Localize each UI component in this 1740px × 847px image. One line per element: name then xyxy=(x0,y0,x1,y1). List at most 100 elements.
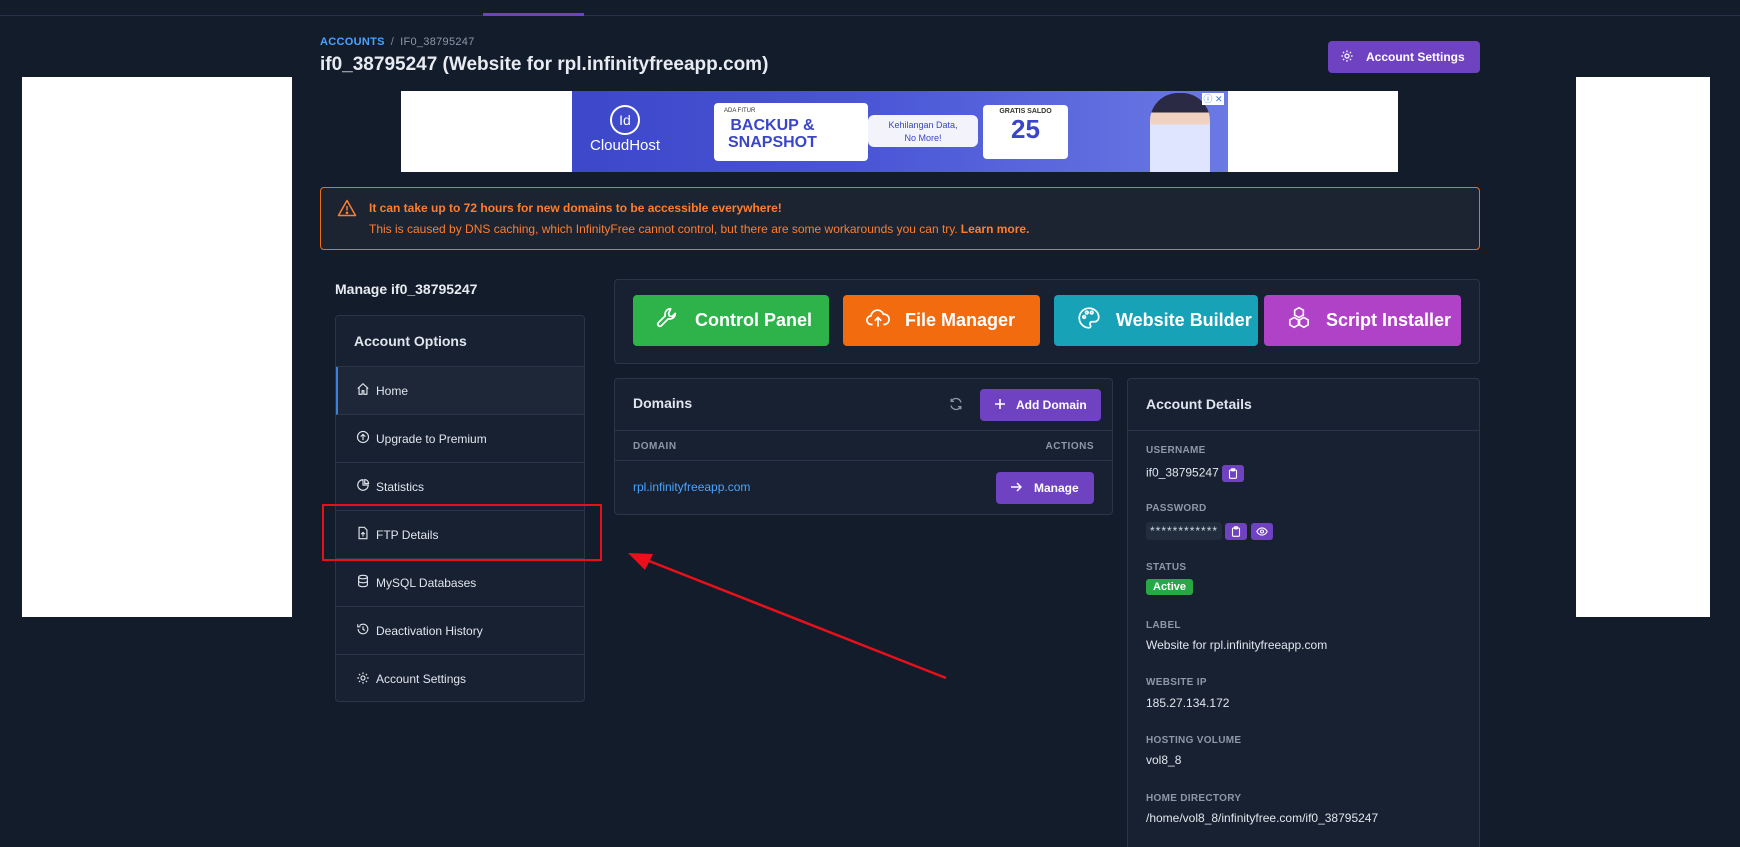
domains-card: Domains Add Domain DOMAIN ACTIONS rpl.in… xyxy=(614,378,1113,515)
sidebar-item-deactivation-history[interactable]: Deactivation History xyxy=(336,607,584,655)
ad-backup-card: ADA FITUR BACKUP & SNAPSHOT xyxy=(714,103,868,161)
breadcrumb-accounts-link[interactable]: ACCOUNTS xyxy=(320,36,385,48)
website-ip-label: WEBSITE IP xyxy=(1146,677,1207,688)
label-value: Website for rpl.infinityfreeapp.com xyxy=(1146,638,1328,652)
page-title: if0_38795247 (Website for rpl.infinityfr… xyxy=(320,54,769,75)
right-white-panel xyxy=(1576,77,1710,617)
refresh-icon[interactable] xyxy=(948,396,964,417)
ad-banner[interactable]: Id CloudHost ADA FITUR BACKUP & SNAPSHOT… xyxy=(401,91,1398,172)
sidebar-item-label: Account Settings xyxy=(376,672,467,686)
manage-title: Manage if0_38795247 xyxy=(335,281,478,297)
sidebar-item-label: Home xyxy=(376,383,409,398)
username-label: USERNAME xyxy=(1146,445,1206,456)
password-label: PASSWORD xyxy=(1146,503,1207,514)
add-domain-label: Add Domain xyxy=(1016,398,1087,412)
ad-backup-small: ADA FITUR xyxy=(724,108,756,114)
home-icon xyxy=(356,382,370,399)
ad-pill-line2: No More! xyxy=(904,133,942,143)
website-builder-button[interactable]: Website Builder xyxy=(1054,295,1258,346)
label-label: LABEL xyxy=(1146,620,1181,631)
annotation-highlight-box xyxy=(322,504,602,561)
account-details-title: Account Details xyxy=(1128,379,1479,431)
website-builder-label: Website Builder xyxy=(1116,310,1252,330)
file-manager-label: File Manager xyxy=(905,310,1016,330)
account-settings-label: Account Settings xyxy=(1366,50,1465,64)
top-navbar xyxy=(0,0,1740,16)
wrench-icon xyxy=(655,305,681,336)
arrow-right-icon xyxy=(1010,481,1023,496)
account-settings-button[interactable]: Account Settings xyxy=(1328,41,1480,73)
username-value: if0_38795247 xyxy=(1146,465,1219,480)
ad-saldo-amount: 25 xyxy=(1011,114,1040,144)
sidebar-item-label: Deactivation History xyxy=(376,623,483,638)
ad-backup-line1: BACKUP & xyxy=(730,117,815,134)
breadcrumb-separator: / xyxy=(390,36,395,48)
dns-warning-alert: It can take up to 72 hours for new domai… xyxy=(320,187,1480,250)
alert-body-text: This is caused by DNS caching, which Inf… xyxy=(369,222,958,236)
sidebar-item-account-settings[interactable]: Account Settings xyxy=(336,655,584,703)
quick-launch-card: Control Panel File Manager Website Build… xyxy=(614,279,1480,364)
domain-link[interactable]: rpl.infinityfreeapp.com xyxy=(633,480,750,494)
control-panel-button[interactable]: Control Panel xyxy=(633,295,829,346)
column-header-actions: ACTIONS xyxy=(1045,441,1094,452)
ad-logo-name: CloudHost xyxy=(590,137,661,154)
sidebar-item-home[interactable]: Home xyxy=(336,367,584,415)
pie-chart-icon xyxy=(356,478,370,495)
column-header-domain: DOMAIN xyxy=(633,441,677,452)
alert-body: This is caused by DNS caching, which Inf… xyxy=(369,222,1029,236)
password-row: ************ xyxy=(1146,522,1273,540)
domains-title: Domains xyxy=(633,395,693,411)
control-panel-label: Control Panel xyxy=(695,310,813,330)
alert-title: It can take up to 72 hours for new domai… xyxy=(369,201,782,215)
gear-icon xyxy=(356,671,370,688)
table-row: rpl.infinityfreeapp.com Manage xyxy=(615,461,1112,515)
arrow-up-circle-icon xyxy=(356,430,370,447)
plus-icon xyxy=(994,398,1006,413)
status-label: STATUS xyxy=(1146,562,1187,573)
breadcrumb-current: IF0_38795247 xyxy=(400,36,475,48)
status-badge: Active xyxy=(1146,579,1194,595)
website-ip-value: 185.27.134.172 xyxy=(1146,696,1230,710)
annotation-arrow xyxy=(628,553,947,680)
ad-image[interactable]: Id CloudHost ADA FITUR BACKUP & SNAPSHOT… xyxy=(572,91,1228,172)
ad-person-image xyxy=(1150,93,1210,172)
ad-backup-line2: SNAPSHOT xyxy=(728,134,817,151)
domains-table-header: DOMAIN ACTIONS xyxy=(615,431,1112,461)
script-installer-label: Script Installer xyxy=(1326,310,1452,330)
active-nav-indicator xyxy=(483,13,584,16)
ad-pill: Kehilangan Data, No More! xyxy=(868,115,978,147)
show-password-button[interactable] xyxy=(1250,522,1273,540)
sidebar-item-label: Statistics xyxy=(376,479,425,494)
sidebar-item-label: MySQL Databases xyxy=(376,575,477,590)
gear-icon xyxy=(1340,49,1354,66)
ad-logo-mark: Id xyxy=(610,105,641,135)
script-installer-button[interactable]: Script Installer xyxy=(1264,295,1461,346)
sidebar-item-upgrade-premium[interactable]: Upgrade to Premium xyxy=(336,415,584,463)
sidebar-item-mysql-databases[interactable]: MySQL Databases xyxy=(336,559,584,607)
copy-password-button[interactable] xyxy=(1225,522,1248,540)
password-masked: ************ xyxy=(1146,522,1223,540)
left-white-panel xyxy=(22,77,292,617)
username-row: if0_38795247 xyxy=(1146,465,1245,482)
clipboard-icon xyxy=(1232,525,1241,537)
breadcrumb: ACCOUNTS / IF0_38795247 xyxy=(320,36,475,48)
domains-header: Domains Add Domain xyxy=(615,379,1112,431)
boxes-icon xyxy=(1286,305,1312,336)
manage-label: Manage xyxy=(1034,481,1079,495)
warning-icon xyxy=(337,199,357,222)
palette-icon xyxy=(1076,305,1102,336)
learn-more-link[interactable]: Learn more. xyxy=(961,222,1030,236)
clipboard-icon xyxy=(1229,468,1238,479)
home-directory-label: HOME DIRECTORY xyxy=(1146,793,1242,804)
cloud-upload-icon xyxy=(865,305,891,336)
manage-domain-button[interactable]: Manage xyxy=(996,472,1094,504)
eye-icon xyxy=(1255,526,1268,536)
copy-username-button[interactable] xyxy=(1222,465,1245,482)
file-manager-button[interactable]: File Manager xyxy=(843,295,1040,346)
add-domain-button[interactable]: Add Domain xyxy=(980,389,1101,421)
account-options-header: Account Options xyxy=(336,316,584,367)
ad-saldo-card: GRATIS SALDO 25 xyxy=(983,105,1068,159)
hosting-volume-value: vol8_8 xyxy=(1146,753,1182,767)
ad-backup-title: BACKUP & SNAPSHOT xyxy=(728,117,817,151)
ad-choices-icon[interactable]: ⓘ ✕ xyxy=(1202,93,1224,105)
